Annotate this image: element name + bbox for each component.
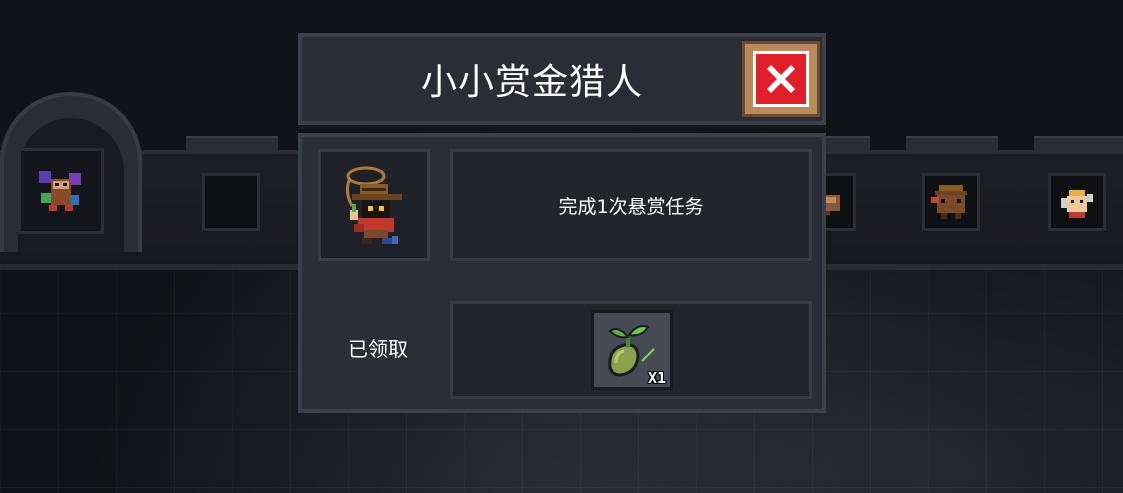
character-slot[interactable] [922,173,980,231]
dialog-title: 小小赏金猎人 [420,62,643,103]
wall-ledge [906,136,998,154]
character-slot[interactable] [18,148,104,234]
achievement-panel: 完成1次悬赏任务 已领取 X1 [298,133,826,413]
character-slot[interactable] [1048,173,1106,231]
wall-ledge [186,136,278,154]
achievement-portrait [318,149,430,261]
character-icon [39,171,81,211]
achievement-description: 完成1次悬赏任务 [450,149,812,261]
character-icon [931,185,967,219]
bounty-hunter-icon [345,166,402,244]
reward-item[interactable]: X1 [591,310,673,390]
reward-quantity: X1 [647,369,666,387]
claim-status: 已领取 [348,336,408,361]
description-text: 完成1次悬赏任务 [558,195,704,218]
dialog-title-bar: 小小赏金猎人 [298,33,826,125]
character-icon [1061,190,1093,218]
wall-ledge [1034,136,1123,154]
reward-area: X1 [450,301,812,399]
empty-display-slot[interactable] [202,173,260,231]
close-button[interactable] [742,41,820,117]
close-icon [753,51,809,107]
game-scene: 小小赏金猎人 完成1次悬赏任务 已领取 X1 [0,0,1123,493]
